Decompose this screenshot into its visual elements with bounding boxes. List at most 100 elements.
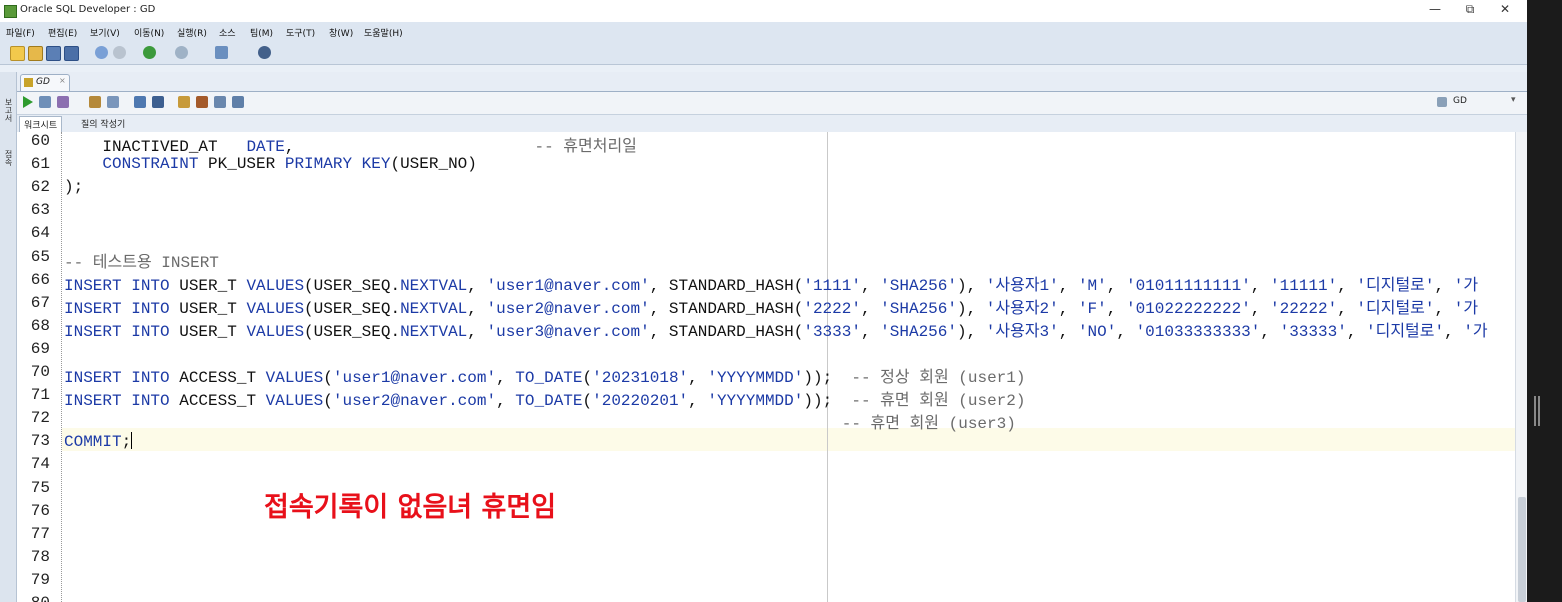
document-tab-gd[interactable]: GD × bbox=[20, 74, 70, 91]
tab-worksheet[interactable]: 워크시트 bbox=[19, 116, 63, 132]
rollback-icon[interactable] bbox=[89, 96, 101, 108]
code-token: ); bbox=[64, 178, 84, 197]
save-icon[interactable] bbox=[46, 46, 61, 61]
open-folder-icon[interactable] bbox=[28, 46, 43, 61]
close-tab-icon[interactable]: × bbox=[59, 76, 66, 85]
chevron-down-icon: ▾ bbox=[1511, 95, 1516, 105]
code-token: , bbox=[1058, 322, 1078, 341]
code-editor[interactable]: 60 61 62 63 64 65 66 67 68 69 70 71 72 73 74 75 76 77 78 79… bbox=[17, 132, 1515, 602]
sql-tuning-icon[interactable] bbox=[152, 96, 164, 108]
code-token: PK_USER bbox=[198, 155, 285, 174]
menu-file[interactable]: 파일(F) bbox=[6, 26, 35, 39]
scrollbar-thumb[interactable] bbox=[1518, 497, 1526, 602]
code-line[interactable]: INSERT INTO USER_T VALUES(USER_SEQ.NEXTV… bbox=[64, 317, 1488, 341]
line-number: 66 bbox=[30, 270, 50, 289]
vertical-scrollbar[interactable] bbox=[1515, 132, 1527, 602]
code-token: , STANDARD_HASH( bbox=[649, 322, 804, 341]
history-icon[interactable] bbox=[214, 96, 226, 108]
code-line[interactable]: INSERT INTO USER_T VALUES(USER_SEQ.NEXTV… bbox=[64, 271, 1478, 295]
string-token: 'user2@naver.com' bbox=[332, 392, 497, 411]
connection-selector[interactable]: GD ▾ bbox=[1435, 95, 1521, 110]
close-button[interactable]: ✕ bbox=[1490, 2, 1520, 16]
code-line[interactable]: CONSTRAINT PK_USER PRIMARY KEY(USER_NO) bbox=[64, 155, 476, 174]
save-all-icon[interactable] bbox=[64, 46, 79, 61]
code-line[interactable]: INSERT INTO ACCESS_T VALUES('user2@naver… bbox=[64, 386, 1025, 410]
menu-window[interactable]: 창(W) bbox=[329, 26, 353, 39]
string-token: '20231018' bbox=[592, 369, 689, 387]
run-statement-icon[interactable] bbox=[23, 96, 33, 108]
string-token: 'user3@naver.com' bbox=[486, 322, 650, 341]
redo-icon[interactable] bbox=[113, 46, 126, 59]
line-number-gutter: 60 61 62 63 64 65 66 67 68 69 70 71 72 73 74 75 76 77 78 79… bbox=[17, 132, 62, 602]
line-number: 80 bbox=[17, 594, 50, 602]
string-token: '디지털로' bbox=[1356, 276, 1435, 295]
line-number: 75 bbox=[30, 478, 50, 497]
undo-icon[interactable] bbox=[95, 46, 108, 59]
code-line[interactable]: COMMIT; bbox=[64, 432, 133, 452]
restore-button[interactable]: ⧉ bbox=[1455, 2, 1485, 17]
keyword-token: VALUES bbox=[246, 299, 305, 318]
code-line[interactable]: ); bbox=[64, 178, 83, 196]
explain-plan-icon[interactable] bbox=[107, 96, 119, 108]
menu-navigate[interactable]: 이동(N) bbox=[134, 26, 164, 39]
menu-help[interactable]: 도움말(H) bbox=[364, 26, 403, 39]
binoculars-icon[interactable] bbox=[258, 46, 271, 59]
string-token: '사용자3' bbox=[985, 322, 1059, 341]
code-token: , bbox=[1337, 276, 1357, 295]
unshared-sql-icon[interactable] bbox=[232, 96, 244, 108]
menu-run[interactable]: 실행(R) bbox=[177, 26, 207, 39]
code-token: )); bbox=[803, 392, 852, 411]
commit-icon[interactable] bbox=[57, 96, 69, 108]
keyword-token: VALUES bbox=[265, 392, 324, 411]
code-token: , bbox=[284, 138, 535, 156]
side-tab-reports[interactable]: 보고서 bbox=[3, 98, 14, 122]
run-script-icon[interactable] bbox=[39, 96, 51, 108]
code-line[interactable]: INACTIVED_AT DATE, -- 휴면처리일 bbox=[64, 132, 636, 156]
string-token: 'SHA256' bbox=[880, 322, 957, 341]
code-token: , bbox=[1346, 322, 1367, 341]
keyword-token: COMMIT bbox=[64, 433, 122, 452]
code-line[interactable]: INSERT INTO USER_T VALUES(USER_SEQ.NEXTV… bbox=[64, 294, 1478, 318]
keyword-token: NEXTVAL bbox=[400, 299, 468, 318]
code-line[interactable]: INSERT INTO ACCESS_T VALUES('user1@naver… bbox=[64, 363, 1025, 387]
keyword-token: INSERT INTO bbox=[64, 369, 170, 387]
comment-token: -- 테스트용 INSERT bbox=[64, 253, 219, 272]
forward-icon[interactable] bbox=[175, 46, 188, 59]
code-token: , bbox=[688, 369, 708, 387]
string-token: '01033333333' bbox=[1135, 322, 1261, 341]
keyword-token: DATE bbox=[246, 138, 285, 156]
menu-team[interactable]: 팀(M) bbox=[250, 26, 273, 39]
string-token: '사용자2' bbox=[985, 299, 1059, 318]
menu-view[interactable]: 보기(V) bbox=[90, 26, 120, 39]
code-line[interactable]: -- 휴면 회원 (user3) bbox=[64, 409, 1016, 433]
side-tab-connections[interactable]: 접속 bbox=[3, 150, 14, 166]
new-file-icon[interactable] bbox=[10, 46, 25, 61]
string-token: '2222' bbox=[803, 299, 861, 318]
code-line[interactable]: -- 테스트용 INSERT bbox=[64, 248, 219, 272]
line-number: 61 bbox=[30, 155, 50, 174]
code-token: , bbox=[688, 392, 708, 411]
keyword-token: INSERT INTO bbox=[64, 276, 170, 295]
menu-edit[interactable]: 편집(E) bbox=[48, 26, 77, 39]
keyword-token: NEXTVAL bbox=[400, 322, 468, 341]
string-token: '가 bbox=[1453, 299, 1479, 318]
code-token: USER_T bbox=[169, 322, 247, 341]
clear-icon[interactable] bbox=[196, 96, 208, 108]
line-number: 62 bbox=[30, 178, 50, 197]
tab-query-builder[interactable]: 질의 작성기 bbox=[77, 116, 129, 131]
back-icon[interactable] bbox=[143, 46, 156, 59]
menu-source[interactable]: 소스 bbox=[219, 26, 236, 39]
keyword-token: TO_DATE bbox=[515, 369, 583, 387]
line-number: 77 bbox=[30, 524, 50, 543]
minimize-button[interactable]: — bbox=[1420, 2, 1450, 16]
keyword-token: INSERT INTO bbox=[64, 392, 170, 411]
string-token: '가 bbox=[1463, 322, 1488, 341]
sql-worksheet-icon[interactable] bbox=[215, 46, 228, 59]
autotrace-icon[interactable] bbox=[134, 96, 146, 108]
string-token: '22222' bbox=[1270, 299, 1338, 318]
menu-tools[interactable]: 도구(T) bbox=[286, 26, 315, 39]
string-token: '3333' bbox=[803, 322, 861, 341]
format-icon[interactable] bbox=[178, 96, 190, 108]
code-token: , bbox=[1058, 299, 1078, 318]
